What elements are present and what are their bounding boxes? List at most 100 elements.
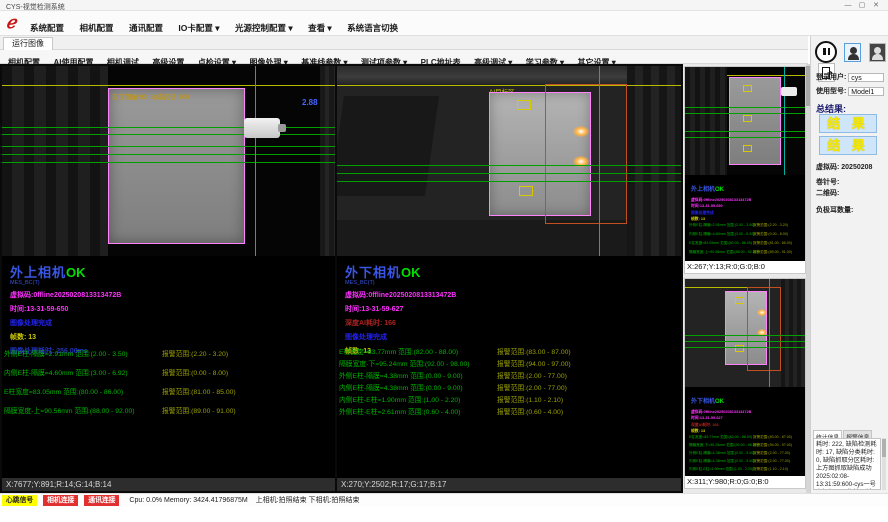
result-ok: OK xyxy=(715,399,724,405)
alarm-range: 报警范围:(2.20 - 3.20) xyxy=(753,223,788,228)
measure-row: 隔膜宽度-下=95.24mm 范围:(92.00 - 98.00) xyxy=(689,443,758,448)
menu-camera-config[interactable]: 相机配置 xyxy=(79,23,113,33)
measure-row: 外侧E柱-E柱=2.61mm 范围:(0.60 - 4.00) xyxy=(339,406,460,416)
preview-panel-upper[interactable]: 外上相机OK 虚拟码:0ffline2025020813313472B 时间:1… xyxy=(684,66,806,274)
result-ok: OK xyxy=(401,265,421,280)
model-field[interactable]: Model1 xyxy=(848,87,884,96)
alarm-range: 报警范围:(83.00 - 87.00) xyxy=(497,346,571,356)
pixel-status-lower: X:270;Y:2502;R:17;G:17;B:17 xyxy=(337,478,681,491)
menu-language[interactable]: 系统语言切换 xyxy=(347,23,398,33)
barcode-text: 虚拟码:0ffline2025020813313472B xyxy=(10,290,335,300)
threshold-overlay: 灰度阈值:93, 动态阈值:100 xyxy=(112,91,189,101)
baseline xyxy=(337,173,681,174)
model-label: 使用型号: xyxy=(816,88,846,95)
alarm-range: 报警范围:(1.10 - 2.10) xyxy=(753,467,788,472)
menu-light-config[interactable]: 光源控制配置 ▾ xyxy=(235,23,293,33)
measure-row: 隔膜宽度-下=95.24mm 范围:(92.00 - 98.00) xyxy=(339,358,470,368)
heartbeat-badge: 心跳信号 xyxy=(2,495,37,506)
connector-part xyxy=(244,118,280,138)
barcode-text: 虚拟码:0ffline2025020813313472B xyxy=(691,198,805,203)
frames-text: 帧数: 13 xyxy=(10,332,335,342)
control-sidebar: 登录用户: cys 使用型号: Model1 总结果: 结 果 结 果 虚拟码:… xyxy=(810,36,888,493)
edge-line xyxy=(599,66,600,256)
frames-text: 帧数: 13 xyxy=(691,217,805,222)
toolbar: 相机配置 AI使用配置 相机调试 高级设置 点检设置 ▾ 图像处理 ▾ 基准线参… xyxy=(0,50,808,64)
stats-scrollbar[interactable] xyxy=(882,438,886,490)
done-text: 图像处理完成 xyxy=(345,332,681,342)
alarm-range: 报警范围:(2.00 - 77.00) xyxy=(497,382,567,392)
baseline xyxy=(2,146,335,147)
alarm-range: 报警范围:(81.00 - 85.00) xyxy=(162,386,236,396)
alarm-range: 报警范围:(0.00 - 8.00) xyxy=(162,367,228,377)
status-bar: 心跳信号 相机连接 通讯连接 Cpu: 0.0% Memory: 3424.41… xyxy=(0,493,888,507)
pause-button[interactable] xyxy=(815,41,837,63)
time-text: 时间:13-31-59-627 xyxy=(691,416,805,421)
time-text: 时间:13-31-59-650 xyxy=(10,304,335,314)
tab-run-image[interactable]: 运行图像 xyxy=(3,37,53,50)
camera-image-lower[interactable]: AI目标区 xyxy=(337,66,681,256)
baseline xyxy=(337,181,681,182)
main-area: 灰度阈值:93, 动态阈值:100 2.88 外上相机OK MES_BC(T) … xyxy=(0,64,810,493)
machine-texture xyxy=(627,66,681,256)
preview-column: 外上相机OK 虚拟码:0ffline2025020813313472B 时间:1… xyxy=(683,64,810,493)
detect-box xyxy=(519,186,533,196)
menu-view[interactable]: 查看 ▾ xyxy=(308,23,332,33)
preview-panel-lower[interactable]: 外下相机OK 虚拟码:0ffline2025020813313472B 时间:1… xyxy=(684,278,806,489)
minimize-button[interactable]: — xyxy=(842,2,856,9)
camera-image-upper[interactable]: 灰度阈值:93, 动态阈值:100 2.88 xyxy=(2,66,335,256)
measure-row: 内侧E柱-隔膜=4.60mm 范围:(3.00 - 6.92) xyxy=(689,232,754,237)
menu-comm-config[interactable]: 通讯配置 xyxy=(129,23,163,33)
menu-io-config[interactable]: IO卡配置 ▾ xyxy=(178,23,219,33)
camera-panel-lower: AI目标区 外下相机OK MES_BC(T) 虚拟码:0ffline202502… xyxy=(337,66,681,491)
measure-row: E柱宽度=83.05mm 范围:(80.00 - 86.00) xyxy=(689,241,752,246)
measure-row: 外侧E柱-隔膜=4.38mm 范围:(0.00 - 9.00) xyxy=(689,451,754,456)
camera-title: 外下相机 xyxy=(691,399,715,405)
login-user-field[interactable]: cys xyxy=(848,73,884,82)
measure-row: E柱宽度=83.77mm 范围:(82.00 - 88.00) xyxy=(339,346,458,356)
alarm-range: 报警范围:(81.00 - 85.00) xyxy=(753,241,792,246)
statistics-log[interactable]: 耗时: 222, 缺陷检测耗时: 17, 缺陷分类耗时: 0, 缺陷抓取分区耗时… xyxy=(813,438,881,490)
menu-system-config[interactable]: 系统配置 xyxy=(30,23,64,33)
camera-panel-upper: 灰度阈值:93, 动态阈值:100 2.88 外上相机OK MES_BC(T) … xyxy=(2,66,335,491)
cell-region xyxy=(729,77,781,165)
measure-row: E柱宽度=83.05mm 范围:(80.00 - 86.00) xyxy=(4,386,123,396)
measure-row: 内侧E柱-隔膜=4.38mm 范围:(0.00 - 9.00) xyxy=(339,382,463,392)
app-window: CYS-视觉检测系统 —▢✕ ℯ 系统配置 相机配置 通讯配置 IO卡配置 ▾ … xyxy=(0,0,888,522)
result-badge-lower: 结 果 xyxy=(819,136,877,155)
pixel-status-preview-upper: X:267;Y:13;R:0;G:0;B:0 xyxy=(685,261,805,273)
ai-roi-box xyxy=(545,84,627,224)
virtual-code-label: 虚拟码: 20250208 xyxy=(816,162,872,172)
pixel-status-preview-lower: X:311;Y:980;R:0;G:0;B:0 xyxy=(685,476,805,488)
maximize-button[interactable]: ▢ xyxy=(856,1,870,9)
close-button[interactable]: ✕ xyxy=(870,1,884,9)
cpu-memory-text: Cpu: 0.0% Memory: 3424.41796875M xyxy=(129,497,247,504)
app-logo-icon: ℯ xyxy=(6,13,16,33)
camera-title: 外上相机 xyxy=(10,265,66,280)
baseline xyxy=(337,165,681,166)
alarm-range: 报警范围:(1.10 - 2.10) xyxy=(497,394,563,404)
detect-box xyxy=(517,100,531,110)
alarm-range: 报警范围:(2.00 - 77.00) xyxy=(753,451,790,456)
result-badge-upper: 结 果 xyxy=(819,114,877,133)
connector-part xyxy=(781,87,797,96)
roi-line xyxy=(2,85,335,86)
measure-row: 内侧E柱-E柱=1.90mm 范围:(1.00 - 2.20) xyxy=(689,467,753,472)
measure-row: E柱宽度=83.77mm 范围:(82.00 - 88.00) xyxy=(689,435,752,440)
alarm-range: 报警范围:(94.00 - 97.00) xyxy=(753,443,792,448)
alarm-range: 报警范围:(2.00 - 77.00) xyxy=(753,459,790,464)
alarm-range: 报警范围:(2.20 - 3.20) xyxy=(162,348,228,358)
barcode-text: 虚拟码:0ffline2025020813313472B xyxy=(691,410,805,415)
alarm-range: 报警范围:(0.00 - 8.00) xyxy=(753,232,788,237)
baseline xyxy=(2,134,335,135)
alarm-range: 报警范围:(89.00 - 91.00) xyxy=(753,250,792,255)
measure-row: 内侧E柱-隔膜=4.60mm 范围:(3.00 - 6.92) xyxy=(4,367,128,377)
machine-texture xyxy=(320,66,335,256)
user-button[interactable] xyxy=(869,43,886,62)
alarm-range: 报警范围:(0.60 - 4.00) xyxy=(497,406,563,416)
measure-overlay: 2.88 xyxy=(302,98,318,107)
result-ok: OK xyxy=(715,187,724,193)
title-bar: CYS-视觉检测系统 —▢✕ xyxy=(0,0,888,11)
qrcode-label: 二维码: xyxy=(816,188,839,198)
user-switch-button[interactable] xyxy=(844,43,861,62)
alarm-range: 报警范围:(83.00 - 87.00) xyxy=(753,435,792,440)
